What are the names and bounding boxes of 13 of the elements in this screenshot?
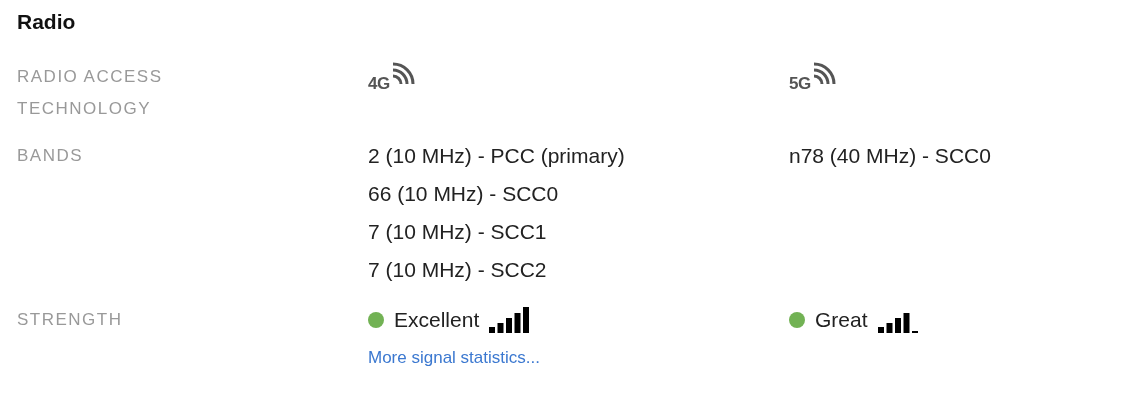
band-text: 7 (10 MHz) - SCC1 bbox=[368, 219, 548, 245]
strength-text: Great bbox=[815, 307, 868, 334]
signal-bars-icon bbox=[489, 307, 532, 333]
band-text: 66 (10 MHz) - SCC0 bbox=[368, 181, 560, 207]
band-text: 2 (10 MHz) - PCC (primary) bbox=[368, 143, 626, 169]
field-label: BANDS bbox=[17, 145, 85, 167]
field-label: STRENGTH bbox=[17, 309, 124, 331]
strength-text: Excellent bbox=[394, 307, 480, 334]
field-label: RADIO ACCESS TECHNOLOGY bbox=[17, 66, 164, 120]
section-title: Radio bbox=[17, 9, 77, 35]
signal-statistics-link[interactable]: More signal statistics... bbox=[368, 339, 789, 377]
band-text: 7 (10 MHz) - SCC2 bbox=[368, 257, 548, 283]
band-text: n78 (40 MHz) - SCC0 bbox=[789, 143, 992, 169]
